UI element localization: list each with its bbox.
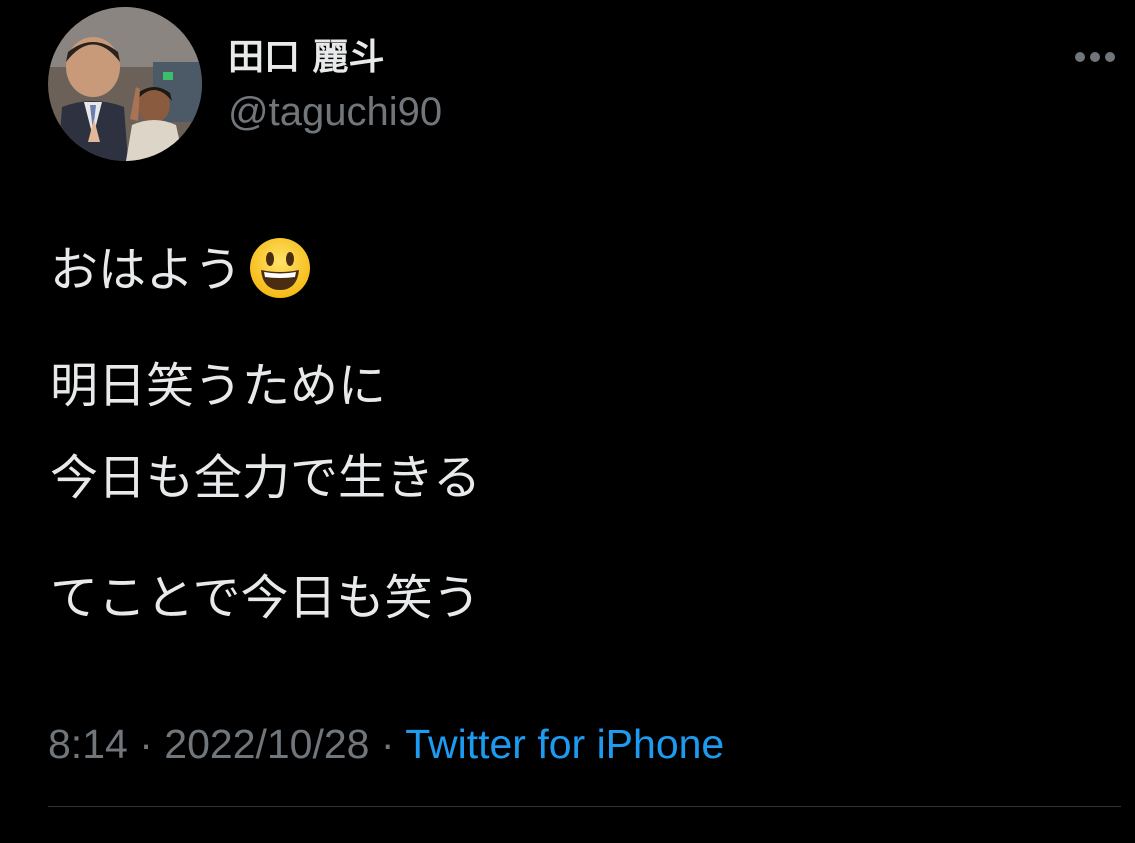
avatar-photo <box>48 7 202 161</box>
divider <box>48 806 1121 807</box>
avatar[interactable] <box>48 7 202 161</box>
tweet-text-line: おはよう <box>50 236 312 300</box>
tweet-text-greeting: おはよう <box>50 242 243 298</box>
meta-separator: · <box>380 721 395 767</box>
more-options-button[interactable] <box>1068 40 1122 74</box>
author-handle[interactable]: @taguchi90 <box>228 86 442 138</box>
tweet-date[interactable]: 2022/10/28 <box>164 721 369 767</box>
grinning-face-emoji-icon <box>250 238 311 298</box>
tweet-text-line: 明日笑うために <box>50 358 387 414</box>
tweet-metadata: 8:14 · 2022/10/28 · Twitter for iPhone <box>48 716 724 772</box>
tweet-source-link[interactable]: Twitter for iPhone <box>405 721 724 767</box>
author-display-name[interactable]: 田口 麗斗 <box>228 34 385 82</box>
meta-separator: · <box>139 721 153 767</box>
tweet-time[interactable]: 8:14 <box>48 721 128 767</box>
tweet-text-line: 今日も全力で生きる <box>50 450 482 506</box>
ellipsis-icon <box>1075 52 1115 62</box>
tweet-text-line: てことで今日も笑う <box>50 570 481 626</box>
tweet-detail: 田口 麗斗 @taguchi90 おはよう 明日笑うために 今日も全力で生きる … <box>0 0 1135 843</box>
